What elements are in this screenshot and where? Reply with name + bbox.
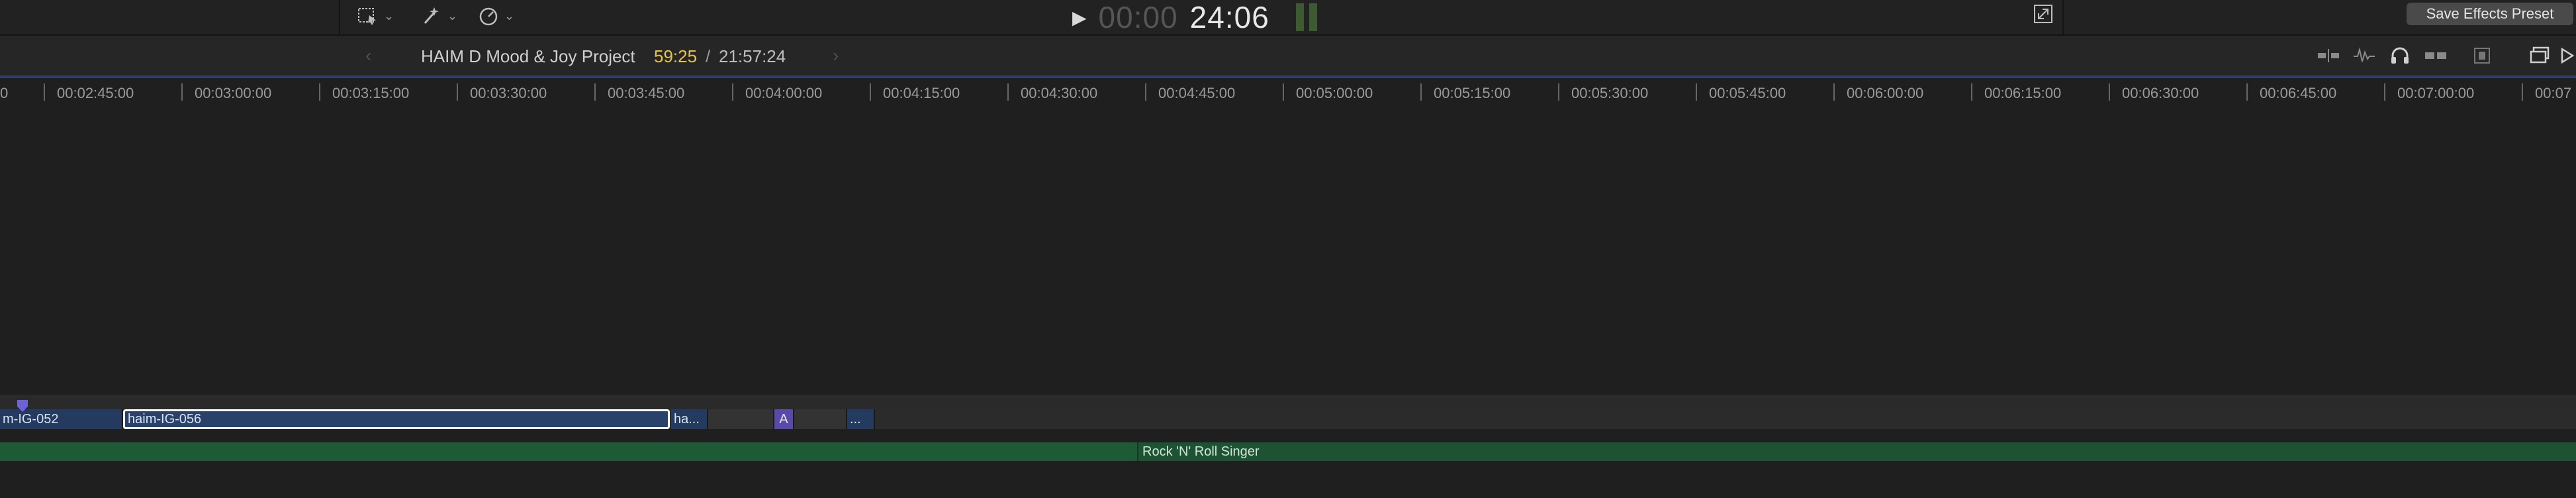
timeline-header: ‹ HAIM D Mood & Joy Project 59:25 / 21:5… bbox=[0, 36, 2576, 75]
ruler-label: 00:05:45:00 bbox=[1709, 85, 1786, 101]
ruler-label: 0 bbox=[0, 85, 9, 101]
top-toolbar: ⌄ ⌄ ⌄ ▶ 00:00 24:06 Save Effects Preset bbox=[0, 0, 2576, 36]
video-clip[interactable]: ... bbox=[847, 409, 875, 429]
select-arrow-icon bbox=[358, 8, 376, 25]
ruler-label: 00:03:45:00 bbox=[608, 85, 685, 101]
ruler-label: 00:03:00:00 bbox=[195, 85, 272, 101]
ruler-tick bbox=[732, 83, 733, 101]
ruler-label: 00:05:30:00 bbox=[1571, 85, 1649, 101]
ruler-label: 00:04:00:00 bbox=[745, 85, 823, 101]
ruler-tick bbox=[319, 83, 320, 101]
ruler-tick bbox=[1145, 83, 1146, 101]
chevron-down-icon: ⌄ bbox=[447, 9, 458, 23]
timeline-bottom-space bbox=[0, 461, 2576, 498]
effects-browser-button[interactable] bbox=[2527, 42, 2553, 69]
retime-button[interactable]: ⌄ bbox=[478, 3, 514, 29]
trim-tool-button[interactable]: ⌄ bbox=[420, 3, 457, 29]
ruler-label: 00:07 bbox=[2535, 85, 2572, 101]
ruler-tick bbox=[181, 83, 183, 101]
ruler-label: 00:07:00:00 bbox=[2397, 85, 2475, 101]
snapping-icon bbox=[2425, 52, 2446, 59]
ruler-label: 00:06:30:00 bbox=[2122, 85, 2199, 101]
audio-skimming-button[interactable] bbox=[2351, 42, 2377, 69]
timeline-canvas[interactable] bbox=[0, 103, 2576, 395]
ruler-tick bbox=[2246, 83, 2248, 101]
select-tool-button[interactable]: ⌄ bbox=[357, 3, 394, 29]
ruler-tick bbox=[457, 83, 458, 101]
browser-icon bbox=[2530, 46, 2550, 64]
speedometer-icon bbox=[479, 7, 498, 26]
ruler-label: 00:06:45:00 bbox=[2260, 85, 2337, 101]
magic-wand-icon bbox=[424, 7, 439, 24]
gap-clip[interactable] bbox=[794, 409, 847, 429]
ruler-tick bbox=[2522, 83, 2523, 101]
timecode-leading: 00:00 bbox=[1098, 0, 1178, 34]
timeline-duration: 21:57:24 bbox=[719, 46, 786, 66]
video-clip-selected[interactable]: haim-IG-056 bbox=[123, 409, 670, 429]
filmstrip-icon bbox=[2474, 48, 2490, 64]
fullscreen-button[interactable] bbox=[2033, 4, 2054, 25]
toolbar-divider bbox=[339, 0, 340, 34]
forward-nav-button[interactable]: › bbox=[833, 45, 839, 66]
audio-meters bbox=[1295, 3, 1317, 31]
video-clip[interactable]: ha... bbox=[671, 409, 708, 429]
gap-clip[interactable] bbox=[708, 409, 774, 429]
snapping-button[interactable] bbox=[2422, 42, 2449, 69]
save-effects-preset-button[interactable]: Save Effects Preset bbox=[2407, 3, 2573, 25]
title-clip[interactable]: A bbox=[774, 409, 794, 429]
skimming-icon bbox=[2318, 49, 2339, 62]
headphones-icon bbox=[2391, 47, 2409, 64]
ruler-tick bbox=[594, 83, 596, 101]
expand-icon bbox=[2034, 5, 2052, 23]
ruler-label: 00:05:15:00 bbox=[1434, 85, 1511, 101]
play-outline-icon bbox=[2561, 47, 2575, 64]
ruler-label: 00:03:15:00 bbox=[332, 85, 410, 101]
timecode-display[interactable]: ▶ 00:00 24:06 bbox=[1072, 0, 1317, 34]
chevron-down-icon: ⌄ bbox=[384, 9, 394, 23]
skimming-button[interactable] bbox=[2315, 42, 2342, 69]
storyline-gap bbox=[0, 395, 2576, 409]
ruler-label: 00:04:30:00 bbox=[1021, 85, 1098, 101]
waveform-icon bbox=[2354, 47, 2375, 62]
ruler-tick bbox=[1283, 83, 1284, 101]
ruler-tick bbox=[870, 83, 871, 101]
clip-appearance-button[interactable] bbox=[2469, 42, 2495, 69]
ruler-label: 00:05:00:00 bbox=[1296, 85, 1373, 101]
timeline-separator: / bbox=[706, 46, 711, 66]
ruler-tick bbox=[1971, 83, 1972, 101]
ruler-label: 00:03:30:00 bbox=[470, 85, 547, 101]
ruler-tick bbox=[1696, 83, 1697, 101]
ruler-label: 00:04:15:00 bbox=[883, 85, 960, 101]
back-nav-button[interactable]: ‹ bbox=[365, 45, 371, 66]
solo-button[interactable] bbox=[2387, 42, 2413, 69]
ruler-tick bbox=[1558, 83, 1559, 101]
play-icon[interactable]: ▶ bbox=[1072, 7, 1087, 28]
project-name: HAIM D Mood & Joy Project bbox=[421, 46, 635, 66]
timeline-ruler[interactable]: 0 00:02:45:00 00:03:00:00 00:03:15:00 00… bbox=[0, 78, 2576, 103]
ruler-label: 00:02:45:00 bbox=[57, 85, 134, 101]
ruler-label: 00:06:00:00 bbox=[1847, 85, 1924, 101]
transitions-browser-button[interactable] bbox=[2559, 42, 2576, 69]
video-clip[interactable]: m-IG-052 bbox=[0, 409, 123, 429]
timeline-position: 59:25 bbox=[654, 46, 698, 66]
ruler-tick bbox=[1420, 83, 1422, 101]
audio-clip[interactable]: Rock 'N' Roll Singer bbox=[1137, 442, 2576, 461]
ruler-tick bbox=[2109, 83, 2110, 101]
ruler-tick bbox=[2384, 83, 2385, 101]
ruler-tick bbox=[1833, 83, 1835, 101]
ruler-label: 00:06:15:00 bbox=[1984, 85, 2062, 101]
chevron-down-icon: ⌄ bbox=[504, 9, 515, 23]
toolbar-divider bbox=[2062, 0, 2064, 34]
timecode-current: 24:06 bbox=[1189, 0, 1269, 34]
ruler-label: 00:04:45:00 bbox=[1158, 85, 1236, 101]
ruler-tick bbox=[1007, 83, 1009, 101]
ruler-tick bbox=[44, 83, 45, 101]
